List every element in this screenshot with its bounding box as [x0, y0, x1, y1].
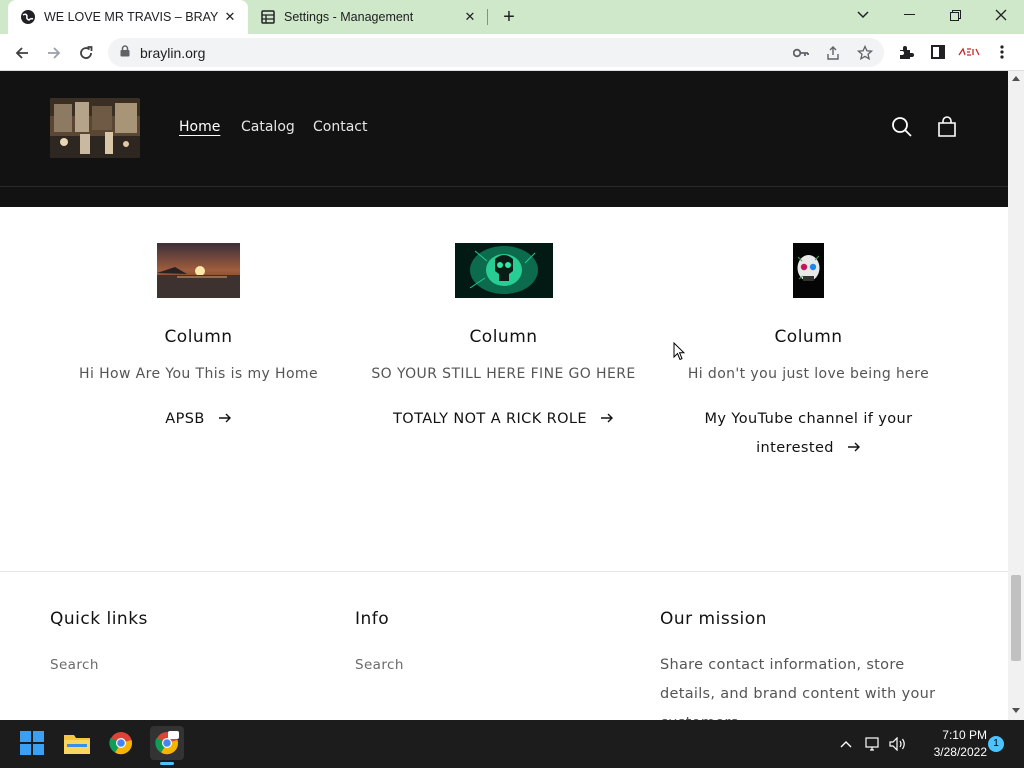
footer-link-search[interactable]: Search	[355, 657, 404, 673]
column-link[interactable]: TOTALY NOT A RICK ROLE	[351, 405, 656, 434]
column-title: Column	[164, 327, 233, 347]
reload-button[interactable]	[72, 39, 100, 67]
network-icon[interactable]	[864, 735, 882, 753]
file-explorer-icon[interactable]	[62, 728, 92, 758]
sunset-beach-image	[157, 243, 240, 298]
url-text: braylin.org	[140, 44, 206, 61]
mouse-cursor-icon	[673, 341, 686, 366]
volume-icon[interactable]	[889, 735, 907, 753]
site-logo[interactable]	[50, 98, 140, 158]
chrome-icon[interactable]	[106, 728, 136, 758]
column-link-label: My YouTube channel if your interested	[704, 411, 913, 456]
new-tab-button[interactable]: +	[497, 5, 521, 29]
notification-badge[interactable]: 1	[988, 736, 1004, 752]
windows-taskbar: 7:10 PM 3/28/2022 1	[0, 720, 1024, 768]
close-window-button[interactable]	[978, 0, 1024, 30]
browser-toolbar: braylin.org	[0, 34, 1024, 71]
chrome-profile-app-icon[interactable]	[150, 726, 184, 765]
system-clock[interactable]: 7:10 PM 3/28/2022	[915, 727, 987, 761]
footer-heading-mission: Our mission	[660, 609, 767, 629]
key-icon[interactable]	[792, 44, 810, 62]
bookmark-star-icon[interactable]	[856, 44, 874, 62]
tab-title: WE LOVE MR TRAVIS – BRAYLIN.C	[44, 10, 218, 24]
header-band	[0, 187, 1008, 207]
scrollbar-thumb[interactable]	[1011, 575, 1021, 661]
nav-home[interactable]: Home	[179, 119, 220, 135]
address-bar[interactable]: braylin.org	[108, 38, 884, 67]
menu-kebab-icon[interactable]	[992, 42, 1012, 62]
column-link[interactable]: APSB	[46, 405, 351, 434]
share-icon[interactable]	[824, 44, 842, 62]
close-icon[interactable]: ✕	[218, 9, 242, 25]
clock-date: 3/28/2022	[933, 745, 987, 759]
multicolumn-item: Column Hi don't you just love being here…	[656, 243, 961, 463]
clock-time: 7:10 PM	[942, 728, 987, 742]
page-scrollbar[interactable]	[1008, 71, 1024, 720]
nav-catalog[interactable]: Catalog	[241, 119, 295, 135]
neon-skull-image	[793, 243, 824, 298]
tab-settings[interactable]: Settings - Management ✕	[252, 0, 488, 34]
tab-search-chevron-icon[interactable]	[840, 0, 886, 30]
sheets-icon	[260, 9, 276, 25]
footer-heading-quick-links: Quick links	[50, 609, 148, 629]
tab-separator	[487, 9, 488, 25]
page-viewport: Home Catalog Contact Column Hi How Are Y…	[0, 71, 1008, 720]
multicolumn-item: Column SO YOUR STILL HERE FINE GO HERE T…	[351, 243, 656, 434]
nav-contact[interactable]: Contact	[313, 119, 367, 135]
green-skull-image	[454, 243, 553, 298]
arrow-right-icon	[210, 411, 232, 427]
start-windows-icon[interactable]	[17, 728, 47, 758]
tab-title: Settings - Management	[284, 10, 414, 24]
close-icon[interactable]: ✕	[458, 9, 482, 25]
restore-button[interactable]	[932, 0, 978, 30]
lock-icon[interactable]	[120, 44, 130, 62]
side-panel-icon[interactable]	[928, 42, 948, 62]
extensions-icon[interactable]	[896, 42, 916, 62]
tab-strip: WE LOVE MR TRAVIS – BRAYLIN.C ✕ Settings…	[0, 0, 1024, 34]
mission-text: Share contact information, store details…	[660, 657, 936, 720]
arrow-right-icon	[839, 440, 861, 456]
scroll-up-icon[interactable]	[1012, 75, 1020, 81]
globe-icon	[20, 9, 36, 25]
column-link-label: TOTALY NOT A RICK ROLE	[393, 411, 587, 427]
column-text: Hi How Are You This is my Home	[79, 366, 318, 382]
column-text: SO YOUR STILL HERE FINE GO HERE	[371, 366, 636, 382]
footer-link-search[interactable]: Search	[50, 657, 99, 673]
column-link[interactable]: My YouTube channel if your interested	[699, 405, 919, 463]
forward-button[interactable]	[40, 39, 68, 67]
column-link-label: APSB	[165, 411, 205, 427]
footer-divider	[0, 571, 1008, 572]
search-icon[interactable]	[890, 115, 914, 139]
cart-icon[interactable]	[935, 115, 959, 139]
footer-heading-info: Info	[355, 609, 390, 629]
column-text: Hi don't you just love being here	[687, 366, 930, 382]
column-title: Column	[774, 327, 843, 347]
site-header: Home Catalog Contact	[0, 71, 1008, 187]
column-title: Column	[469, 327, 538, 347]
scroll-down-icon[interactable]	[1012, 708, 1020, 714]
chevron-up-icon[interactable]	[837, 735, 855, 753]
minimize-button[interactable]	[886, 0, 932, 30]
arrow-right-icon	[592, 411, 614, 427]
profile-avatar-icon[interactable]	[958, 42, 982, 62]
tab-braylin[interactable]: WE LOVE MR TRAVIS – BRAYLIN.C ✕	[8, 0, 248, 34]
multicolumn-item: Column Hi How Are You This is my Home AP…	[46, 243, 351, 434]
back-button[interactable]	[8, 39, 36, 67]
